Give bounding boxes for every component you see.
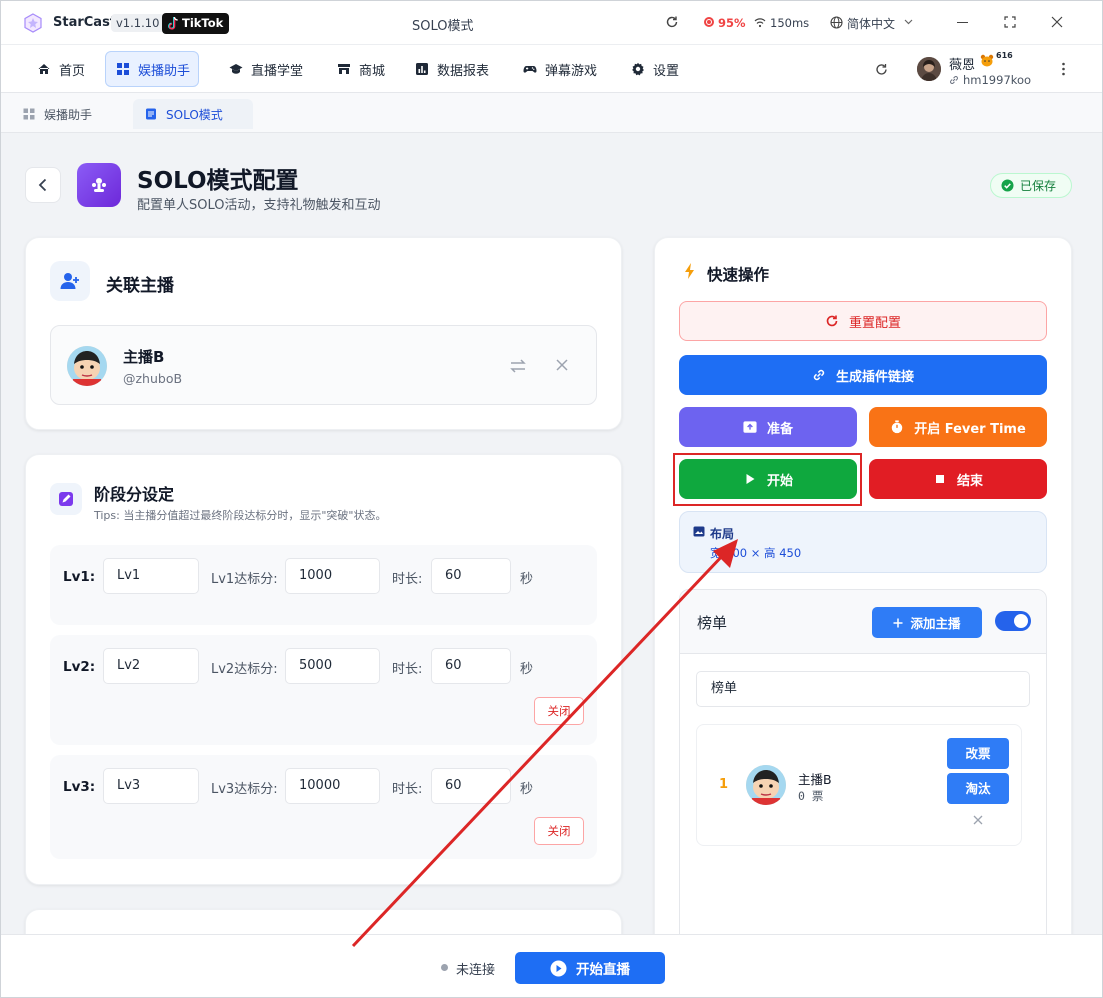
- app-window: StarCast v1.1.10 TikTok SOLO模式 95% 150ms…: [0, 0, 1103, 998]
- annotation-arrow: [351, 539, 738, 948]
